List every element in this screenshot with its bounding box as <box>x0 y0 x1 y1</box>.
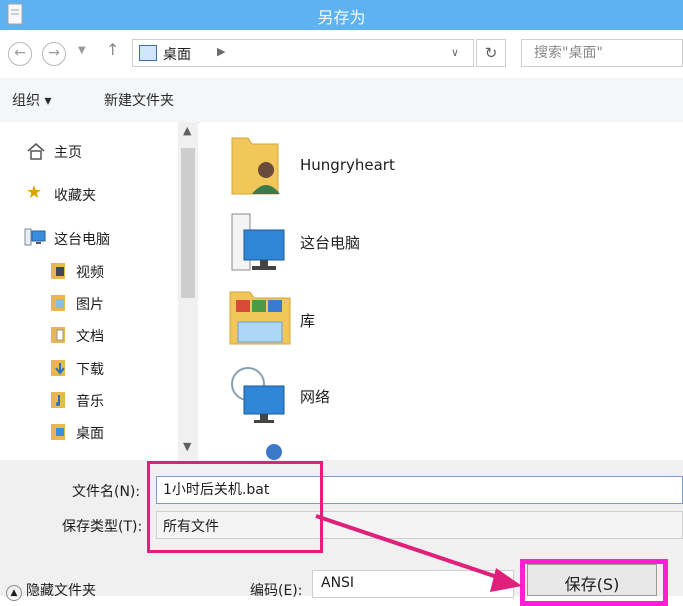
desktop-icon <box>139 45 157 61</box>
nav-item-home[interactable]: 主页 <box>54 142 82 162</box>
highlight-box <box>147 461 323 553</box>
item-label: 这台电脑 <box>300 234 361 252</box>
music-folder-icon <box>51 392 65 408</box>
navigation-pane: 主页 ★ 收藏夹 这台电脑 视频 图片 文档 下载 音乐 桌面 <box>0 122 178 460</box>
user-icon <box>266 444 282 460</box>
up-arrow-icon: ↑ <box>106 40 120 59</box>
home-icon <box>27 143 45 160</box>
item-label: Hungryheart <box>300 156 395 174</box>
item-label: 库 <box>300 312 316 330</box>
desktop-folder-icon <box>51 424 65 440</box>
title-bar: 另存为 <box>0 0 683 30</box>
back-arrow-icon: ← <box>14 45 26 61</box>
list-item[interactable]: 网络 <box>200 362 500 426</box>
computer-icon <box>24 228 46 246</box>
address-row: ← → ▼ ↑ 桌面 ▶ ∨ ↻ <box>0 30 683 78</box>
refresh-button[interactable]: ↻ <box>476 39 506 67</box>
breadcrumb-chevron-icon[interactable]: ▶ <box>217 45 225 58</box>
nav-item-videos[interactable]: 视频 <box>76 262 104 282</box>
new-folder-button[interactable]: 新建文件夹 <box>104 90 174 110</box>
nav-item-documents[interactable]: 文档 <box>76 326 104 346</box>
pictures-folder-icon <box>51 295 65 311</box>
hide-folders-label: 隐藏文件夹 <box>26 583 96 599</box>
nav-item-this-pc[interactable]: 这台电脑 <box>54 229 110 249</box>
recent-locations-dropdown[interactable]: ▼ <box>78 45 86 56</box>
save-highlight-box <box>520 559 668 606</box>
forward-button[interactable]: → <box>42 42 66 66</box>
search-box[interactable] <box>521 39 683 67</box>
address-location: 桌面 <box>163 47 191 63</box>
nav-scrollbar[interactable]: ▲ ▼ <box>178 122 198 460</box>
list-item[interactable]: 这台电脑 <box>200 208 500 272</box>
scroll-up-icon[interactable]: ▲ <box>183 124 191 137</box>
library-icon <box>229 291 291 345</box>
address-bar[interactable]: 桌面 ▶ ∨ <box>132 39 474 67</box>
user-folder-icon <box>231 137 280 195</box>
star-icon: ★ <box>26 182 43 203</box>
search-input[interactable] <box>532 44 676 62</box>
list-item[interactable]: 库 <box>200 286 500 350</box>
back-button[interactable]: ← <box>8 42 32 66</box>
scroll-down-icon[interactable]: ▼ <box>183 440 191 453</box>
filetype-label: 保存类型(T): <box>62 519 143 535</box>
hide-folders-button[interactable]: ▲ 隐藏文件夹 <box>0 580 96 601</box>
downloads-folder-icon <box>51 360 65 376</box>
this-pc-icon <box>231 213 285 271</box>
videos-folder-icon <box>51 263 65 279</box>
chevron-down-icon: ▼ <box>78 45 86 56</box>
nav-item-desktop[interactable]: 桌面 <box>76 423 104 443</box>
list-item[interactable]: Hungryheart <box>200 132 500 196</box>
item-label: 网络 <box>300 388 331 406</box>
nav-item-music[interactable]: 音乐 <box>76 391 104 411</box>
nav-item-downloads[interactable]: 下载 <box>76 359 104 379</box>
documents-folder-icon <box>51 327 65 343</box>
nav-item-pictures[interactable]: 图片 <box>76 294 104 314</box>
encoding-label: 编码(E): <box>250 583 303 599</box>
refresh-icon: ↻ <box>484 44 498 62</box>
organize-menu[interactable]: 组织 ▾ <box>12 90 51 110</box>
address-dropdown-icon[interactable]: ∨ <box>451 46 459 59</box>
network-icon <box>231 367 285 423</box>
forward-arrow-icon: → <box>48 45 60 61</box>
annotation-arrow-icon <box>315 514 522 592</box>
window-title: 另存为 <box>317 8 366 27</box>
up-button[interactable]: ↑ <box>106 40 119 59</box>
command-toolbar: 组织 ▾ 新建文件夹 <box>0 78 683 123</box>
scroll-thumb[interactable] <box>181 148 195 298</box>
chevron-up-icon: ▲ <box>6 585 22 601</box>
nav-item-favorites[interactable]: 收藏夹 <box>54 185 96 205</box>
filename-label: 文件名(N): <box>72 484 141 500</box>
file-list: Hungryheart 这台电脑 库 网络 <box>200 122 683 460</box>
